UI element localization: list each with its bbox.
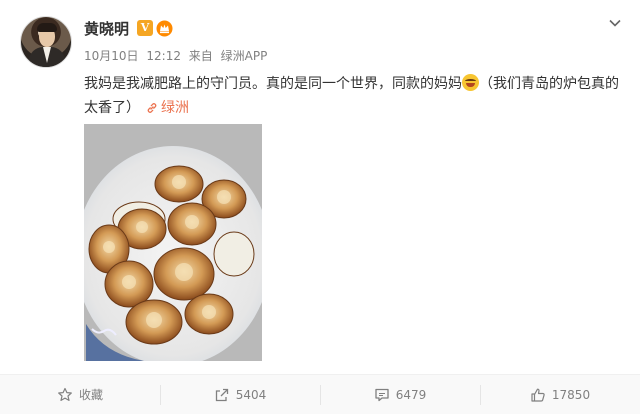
star-icon <box>58 387 72 401</box>
verified-badge-icon[interactable]: V <box>137 20 153 36</box>
member-crown-icon[interactable] <box>156 20 173 37</box>
avatar-hair <box>37 23 57 32</box>
comment-button[interactable]: 6479 <box>320 375 480 414</box>
chevron-down-icon[interactable] <box>608 16 622 30</box>
repost-icon <box>215 388 228 401</box>
pan-fried-buns-photo <box>84 124 262 361</box>
action-bar: 收藏 5404 6479 17850 <box>0 374 640 414</box>
comment-icon <box>375 388 389 401</box>
like-count: 17850 <box>551 387 591 402</box>
author-name[interactable]: 黄晓明 <box>84 18 129 39</box>
thumbs-up-icon <box>531 388 545 402</box>
post-text: 我妈是我减肥路上的守门员。真的是同一个世界，同款的妈妈 （我们青岛的炉包真的太香了… <box>84 72 624 120</box>
favorite-button[interactable]: 收藏 <box>0 375 160 414</box>
oasis-link-text: 绿洲 <box>161 100 189 116</box>
like-button[interactable]: 17850 <box>480 375 640 414</box>
laughing-tears-emoji-icon <box>462 74 479 91</box>
post-source[interactable]: 绿洲APP <box>221 49 268 63</box>
post-photo[interactable] <box>84 124 262 361</box>
post-date[interactable]: 10月10日 <box>84 49 139 63</box>
post-meta: 10月10日 12:12 来自 绿洲APP <box>84 47 271 64</box>
post-time[interactable]: 12:12 <box>146 49 181 63</box>
repost-button[interactable]: 5404 <box>160 375 320 414</box>
favorite-label: 收藏 <box>78 388 103 402</box>
repost-count: 5404 <box>235 387 267 402</box>
comment-count: 6479 <box>395 387 427 402</box>
author-avatar[interactable] <box>20 16 72 68</box>
post-text-main: 我妈是我减肥路上的守门员。真的是同一个世界，同款的妈妈 <box>84 76 462 92</box>
oasis-link[interactable]: 绿洲 <box>146 100 189 116</box>
link-icon <box>147 103 157 113</box>
post-source-prefix: 来自 <box>188 49 213 63</box>
